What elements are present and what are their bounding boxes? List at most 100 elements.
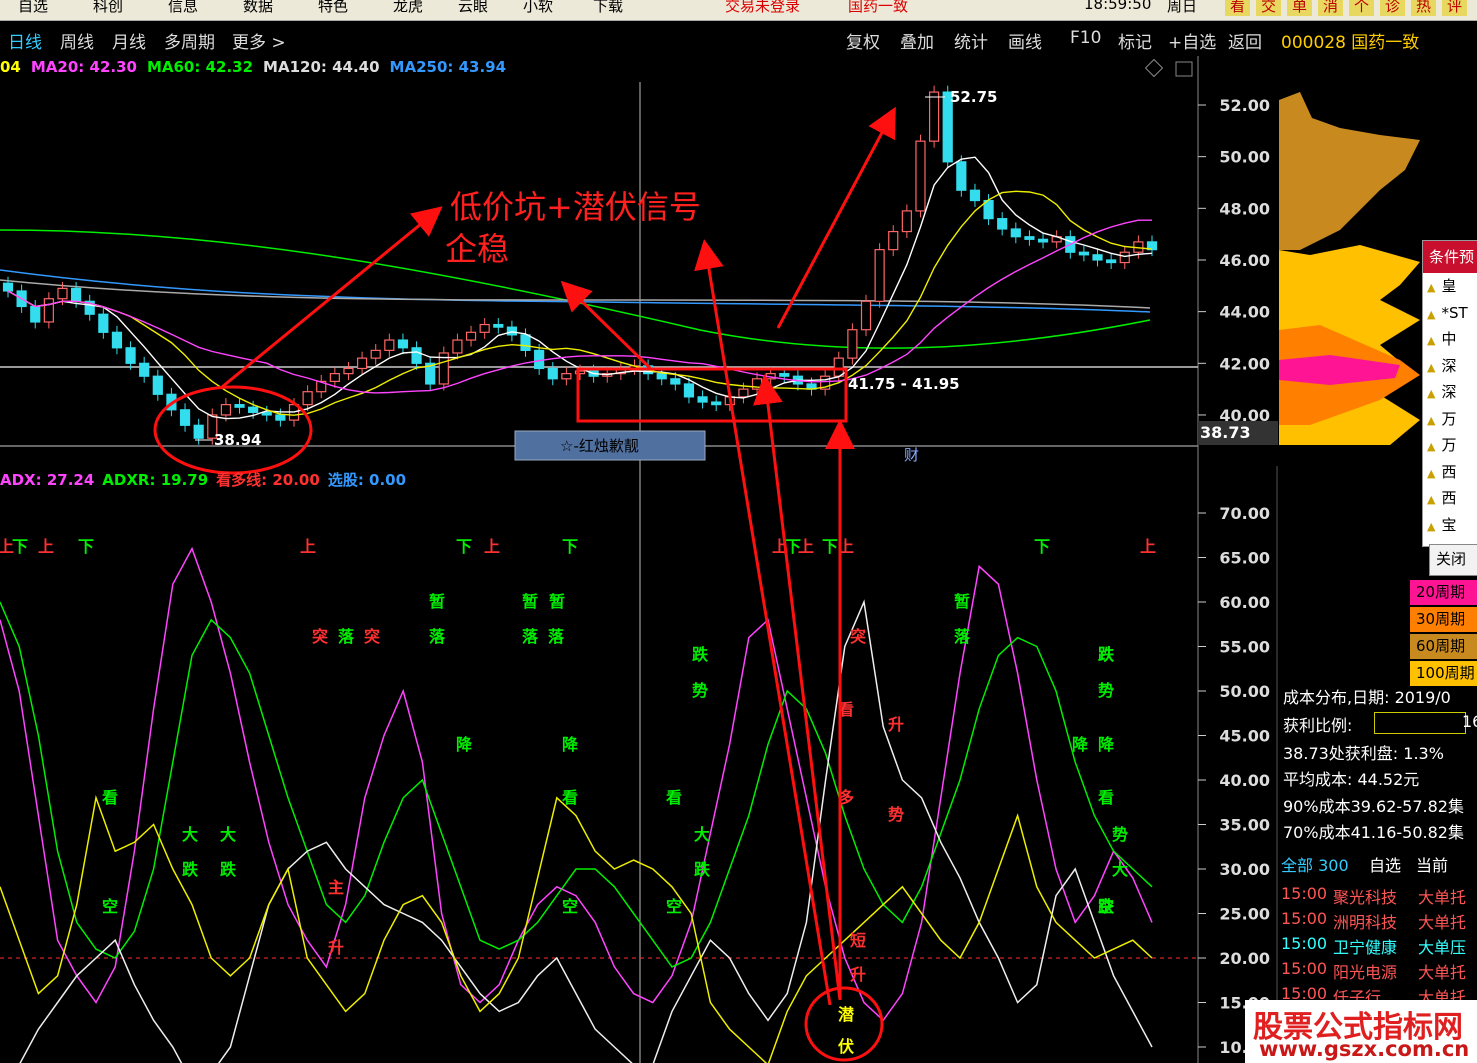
price-tick-label: 42.00 [1219,354,1270,373]
candle-body [384,339,395,351]
condition-item[interactable]: ▲ 皇 [1423,273,1477,300]
condition-panel-title: 条件预 [1423,241,1477,273]
candle-body [928,91,940,142]
panel-toggle-icon [1175,61,1193,77]
signal-word: 突 [850,627,866,646]
condition-item[interactable]: ▲ 西 [1423,485,1477,512]
signal-word: 落 [338,627,355,646]
list-tab[interactable]: 全部 300 [1281,852,1349,876]
condition-item-label: 深 [1441,356,1457,375]
indicator-series-3 [0,794,1153,1063]
condition-item-label: 皇 [1441,277,1457,295]
news-stock[interactable]: 聚光科技 [1333,884,1397,908]
condition-item[interactable]: ▲ 深 [1423,379,1477,406]
signal-word: 降 [562,735,579,754]
signal-word: 跌 [694,860,711,879]
candle-body [547,367,558,380]
candle-body [329,373,340,382]
indicator-tick-label: 60.00 [1219,593,1270,612]
cost-info-line: 38.73处获利盘: 1.3% [1283,744,1444,763]
adx-value: 看多线: 20.00 [216,471,320,489]
peak-label: 52.75 [950,88,997,106]
period-legend-item: 30周期 [1410,607,1477,632]
candle-body [956,161,967,191]
cost-info-line: 90%成本39.62-57.82集 [1283,797,1464,816]
watermark-url: www.gszx.com.cn [1259,1037,1470,1061]
candle-body [656,373,667,380]
candle-body [248,406,259,413]
signal-word: 落 [548,627,565,646]
indicator-tick-label: 40.00 [1219,771,1270,790]
condition-item-label: 深 [1441,383,1457,401]
signal-word: 上 [1140,537,1156,556]
signal-word: 跌 [1098,897,1115,916]
news-event: 大单托 [1418,913,1467,932]
price-tick-label: 50.00 [1219,148,1270,167]
signal-word: 暂 [522,592,538,611]
cost-info-line: 平均成本: 44.52元 [1283,770,1420,789]
signal-word: 空 [666,897,682,916]
condition-item[interactable]: ▲ 万 [1423,432,1477,459]
condition-item-icon: ▲ [1427,360,1436,374]
condition-item[interactable]: ▲ 中 [1423,326,1477,353]
candle-body [193,424,204,439]
signal-word: 看 [101,788,118,807]
condition-item[interactable]: ▲ *ST [1423,300,1477,327]
signal-word: 大 [1112,860,1128,879]
signal-word: 空 [102,897,118,916]
signal-word: 降 [456,735,473,754]
candle-body [70,287,82,302]
news-time: 15:00 [1281,959,1328,978]
signal-word: 暂 [549,592,565,611]
period-legend-item: 20周期 [1410,580,1477,605]
news-stock[interactable]: 洲明科技 [1333,909,1397,933]
indicator-tick-label: 25.00 [1219,905,1270,924]
candle-body [152,375,163,395]
news-stock[interactable]: 卫宁健康 [1333,934,1397,958]
candle-body [493,323,504,328]
signal-word: 上 [798,537,814,556]
signal-word: 下 [78,537,94,556]
signal-word: 升 [888,715,904,734]
candle-body [275,414,286,421]
ma60-line [0,229,1151,349]
signal-word: 上 [300,537,316,556]
event-box-label: ☆-红烛歉靓 [560,437,639,455]
price-tick-label: 46.00 [1219,251,1270,270]
candle-body [997,218,1008,230]
list-tab[interactable]: 自选 [1369,852,1401,876]
candle-body [860,300,872,331]
condition-item[interactable]: ▲ 万 [1423,406,1477,433]
signal-word: 下 [1034,537,1050,556]
candle-body [1078,251,1090,256]
condition-item-icon: ▲ [1427,307,1436,321]
price-tick-label: 48.00 [1219,199,1270,218]
list-tab[interactable]: 当前 [1416,852,1448,876]
indicator-tick-label: 55.00 [1219,638,1270,657]
condition-item-icon: ▲ [1427,519,1436,533]
annotation-text: 低价坑+潜伏信号 [450,188,701,226]
news-event: 大单压 [1418,938,1467,957]
candle-body [1092,254,1103,261]
candle-body [111,331,123,349]
condition-item[interactable]: ▲ 深 [1423,353,1477,380]
news-event: 大单托 [1418,963,1467,982]
candle-body [888,230,899,251]
candle-body [452,339,463,354]
candle-body [1119,251,1130,264]
low-label: 38.94 [214,431,261,449]
condition-item[interactable]: ▲ 宝 [1423,512,1477,539]
condition-item[interactable]: ▲ 西 [1423,459,1477,486]
candle-body [234,404,245,408]
chart-canvas: 52.00 50.00 48.00 46.00 44.00 42.00 40.00 38.73… [0,56,1420,1063]
candle-body [465,331,477,341]
condition-item-label: 宝 [1441,515,1457,534]
indicator-series-0 [0,546,1153,1022]
close-button[interactable]: 关闭 [1429,544,1477,576]
condition-item-label: 万 [1441,409,1457,428]
news-stock[interactable]: 阳光电源 [1333,959,1397,983]
signal-word: 看 [1097,788,1114,807]
signal-word: 下 [822,537,838,556]
condition-item-label: 西 [1441,462,1457,481]
candle-body [1010,228,1021,238]
